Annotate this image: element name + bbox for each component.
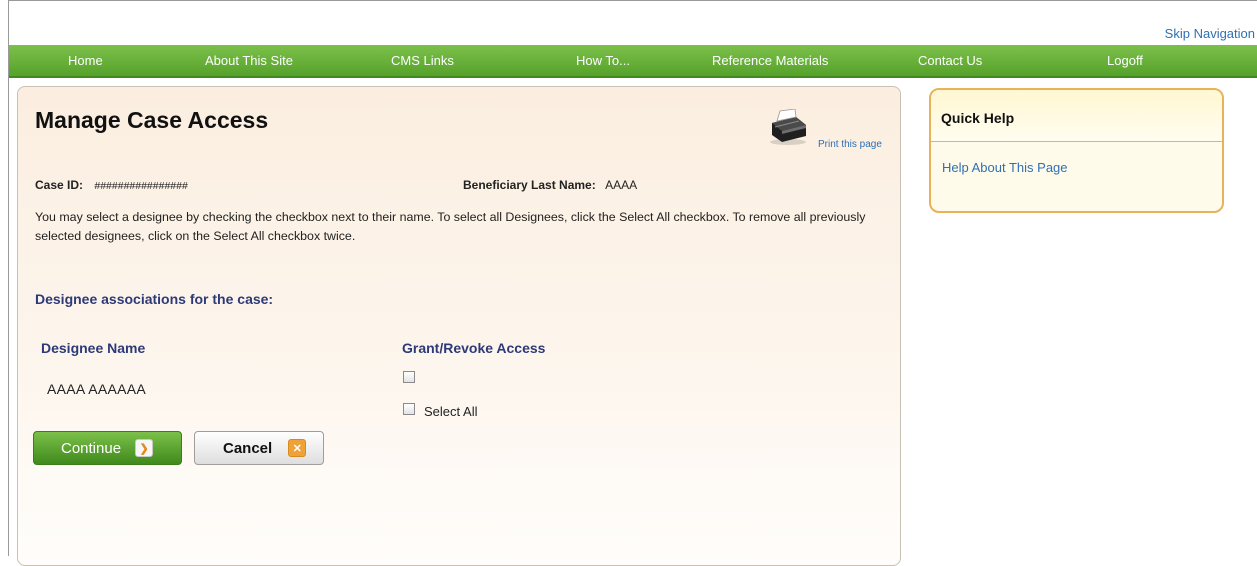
nav-item-how-to[interactable]: How To...: [576, 53, 630, 68]
cancel-button-label: Cancel: [223, 439, 273, 457]
case-id-label: Case ID:: [35, 178, 84, 192]
select-all-label: Select All: [424, 404, 478, 419]
beneficiary-last-name: Beneficiary Last Name: AAAA: [463, 178, 637, 192]
quick-help-panel: Quick Help Help About This Page: [929, 88, 1224, 213]
quick-help-header: Quick Help: [931, 90, 1222, 142]
nav-item-cms-links[interactable]: CMS Links: [391, 53, 454, 68]
skip-navigation-link[interactable]: Skip Navigation: [1165, 26, 1255, 41]
nav-item-contact-us[interactable]: Contact Us: [918, 53, 982, 68]
nav-item-reference-materials[interactable]: Reference Materials: [712, 53, 828, 68]
nav-item-about-this-site[interactable]: About This Site: [205, 53, 293, 68]
printer-icon[interactable]: [766, 109, 808, 147]
grant-revoke-column-header: Grant/Revoke Access: [402, 340, 546, 356]
continue-button-label: Continue: [61, 439, 122, 457]
top-navigation-bar: Home About This Site CMS Links How To...…: [9, 45, 1257, 78]
instructions-text: You may select a designee by checking th…: [35, 210, 866, 243]
designee-name: AAAA AAAAAA: [47, 381, 147, 397]
close-icon: ✕: [288, 439, 307, 457]
cancel-button[interactable]: Cancel ✕: [194, 431, 324, 465]
designee-access-checkbox[interactable]: [403, 371, 415, 383]
beneficiary-value: AAAA: [605, 178, 638, 192]
page-title: Manage Case Access: [35, 107, 269, 133]
quick-help-title: Quick Help: [941, 110, 1015, 126]
designee-name-column-header: Designee Name: [41, 340, 146, 356]
print-page-link[interactable]: Print this page: [818, 139, 882, 150]
arrow-right-icon: ❯: [135, 439, 154, 457]
main-content-panel: Manage Case Access Print this page Case …: [17, 86, 901, 566]
case-id-value: ################: [94, 180, 188, 192]
help-about-this-page-link[interactable]: Help About This Page: [942, 160, 1068, 175]
select-all-checkbox[interactable]: [403, 403, 415, 415]
nav-item-logoff[interactable]: Logoff: [1107, 53, 1143, 68]
beneficiary-label: Beneficiary Last Name:: [463, 178, 596, 192]
nav-item-home[interactable]: Home: [68, 53, 103, 68]
designee-section-heading: Designee associations for the case:: [35, 291, 274, 307]
continue-button[interactable]: Continue ❯: [33, 431, 182, 465]
case-id: Case ID: ################: [35, 178, 188, 192]
